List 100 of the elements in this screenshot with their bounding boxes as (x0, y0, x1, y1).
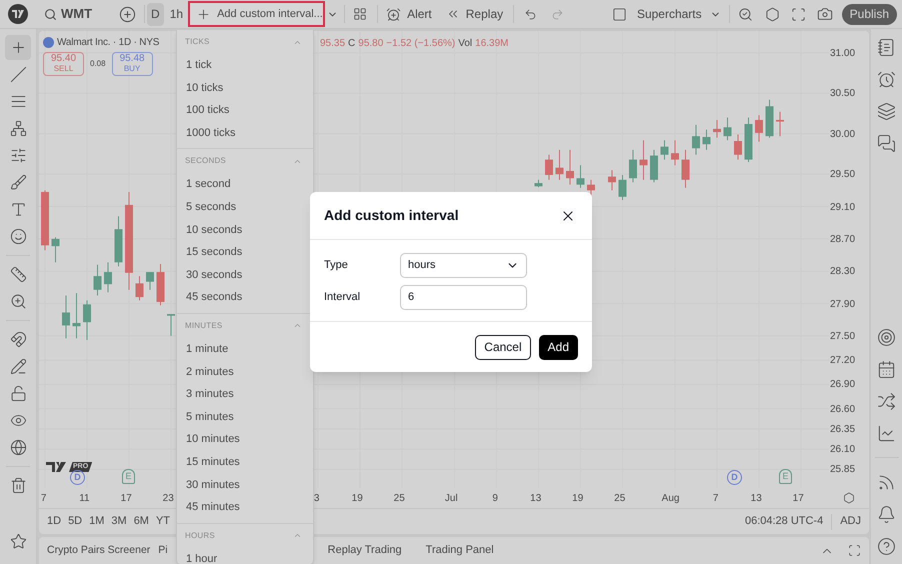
type-select[interactable]: hours (400, 252, 527, 278)
search-icon (738, 6, 753, 22)
range-button[interactable]: 6M (134, 513, 149, 530)
volume-value: 16.39M (475, 37, 508, 51)
menu-item[interactable]: 10 seconds (177, 218, 313, 242)
menu-item[interactable]: 1 second (177, 173, 313, 196)
calendar-icon (877, 360, 896, 378)
bottom-panel-tab[interactable]: Pi (158, 542, 168, 558)
time-axis-label: 19 (352, 492, 363, 506)
undo-icon (524, 8, 538, 20)
menu-item[interactable]: 1 tick (177, 54, 313, 77)
candle (692, 124, 700, 156)
low-value: 95.35 (320, 37, 346, 51)
quick-search-button[interactable] (738, 6, 753, 22)
publish-button[interactable]: Publish (842, 4, 897, 24)
add-button[interactable]: Add (538, 334, 578, 360)
menu-item[interactable]: 15 seconds (177, 241, 313, 264)
menu-item[interactable]: 2 minutes (177, 360, 313, 384)
menu-item[interactable]: 10 ticks (177, 76, 313, 100)
menu-item[interactable]: 5 seconds (177, 196, 313, 219)
interval-tab[interactable]: 1h (166, 2, 188, 26)
menu-item[interactable]: 30 seconds (177, 264, 313, 286)
undo-button[interactable] (524, 8, 538, 20)
range-button[interactable]: 1D (47, 513, 62, 530)
menu-item[interactable]: 5 minutes (177, 406, 313, 428)
change-value: −1.52 (−1.56%) (386, 37, 456, 51)
range-button[interactable]: 1M (89, 513, 104, 530)
magnet-icon (10, 331, 26, 348)
layers-icon (877, 102, 896, 120)
broadcast-icon (877, 472, 896, 492)
time-axis-label: 25 (614, 492, 626, 506)
alert-button[interactable]: Alert (386, 5, 432, 23)
bottom-panel-tab[interactable]: Trading Panel (426, 542, 494, 559)
adjust-button[interactable]: ADJ (840, 513, 861, 530)
candle (114, 216, 122, 267)
time-axis-label: Jul (444, 492, 458, 506)
candle (608, 170, 616, 191)
alarm-clock-icon (877, 70, 896, 88)
sliders-icon (10, 147, 26, 164)
layout-button[interactable] (353, 7, 368, 21)
price-axis-label: 26.90 (830, 378, 856, 392)
interval-tab[interactable]: D (147, 2, 164, 26)
menu-item[interactable]: 1 hour (177, 548, 313, 564)
drawing-tool-button[interactable] (5, 35, 31, 60)
menu-item[interactable]: 30 minutes (177, 474, 313, 496)
add-custom-interval-button[interactable]: Add custom interval... (188, 1, 326, 27)
candle (556, 149, 564, 180)
menu-section-header: SECONDS (185, 155, 226, 168)
range-button[interactable]: 3M (111, 513, 127, 530)
price-axis-label: 29.50 (830, 168, 856, 182)
symbol-search-button[interactable]: WMT (44, 4, 92, 24)
crossing-arrows-icon (877, 392, 896, 410)
menu-item[interactable]: 3 minutes (177, 383, 313, 406)
range-button[interactable]: YT (156, 513, 170, 530)
menu-item[interactable]: 45 minutes (177, 496, 313, 519)
candle (660, 140, 668, 160)
interval-input-field[interactable]: 6 (400, 284, 527, 310)
settings-button[interactable] (764, 6, 780, 22)
fullscreen-button[interactable] (790, 6, 806, 22)
price-axis-label: 28.70 (830, 232, 856, 247)
close-label: C (348, 37, 356, 51)
notebook-icon (877, 38, 896, 56)
cancel-button[interactable]: Cancel (475, 334, 531, 360)
candle (534, 179, 542, 188)
replay-button[interactable]: Replay (446, 5, 504, 23)
app-logo[interactable] (8, 4, 28, 24)
time-axis-label: 17 (792, 492, 804, 506)
menu-item[interactable]: 1000 ticks (177, 122, 313, 144)
checkbox-icon[interactable] (612, 6, 627, 22)
chart-line-icon (877, 424, 896, 442)
candle (650, 149, 658, 183)
candle (136, 276, 144, 301)
menu-item[interactable]: 45 seconds (177, 286, 313, 309)
menu-section-header: TICKS (185, 36, 210, 48)
candle (724, 117, 732, 141)
candle (629, 149, 637, 183)
layout-name-button[interactable]: Supercharts (636, 5, 721, 23)
snapshot-button[interactable] (816, 6, 833, 22)
candle (776, 111, 784, 137)
price-axis-label: 28.30 (830, 265, 856, 280)
logo-icon (46, 462, 68, 472)
maximize-panel-button[interactable] (848, 544, 861, 557)
axis-settings-button[interactable] (843, 492, 855, 504)
pattern-icon (10, 120, 26, 137)
add-symbol-button[interactable] (118, 5, 136, 23)
time-axis-label: 11 (79, 492, 90, 506)
bottom-panel-tab[interactable]: Crypto Pairs Screener (47, 542, 150, 558)
range-button[interactable]: 5D (68, 513, 82, 530)
close-value: 95.80 (358, 37, 384, 51)
logo-icon (12, 10, 24, 18)
bottom-panel-tab[interactable]: Replay Trading (328, 542, 402, 559)
chat-bubbles-icon (877, 134, 896, 152)
candle (566, 149, 574, 186)
menu-item[interactable]: 10 minutes (177, 428, 313, 451)
alarm-clock-icon (386, 6, 402, 22)
menu-item[interactable]: 15 minutes (177, 450, 313, 474)
spread-value: 0.08 (90, 58, 106, 70)
candle (167, 314, 175, 336)
menu-item[interactable]: 100 ticks (177, 99, 313, 122)
menu-item[interactable]: 1 minute (177, 338, 313, 361)
